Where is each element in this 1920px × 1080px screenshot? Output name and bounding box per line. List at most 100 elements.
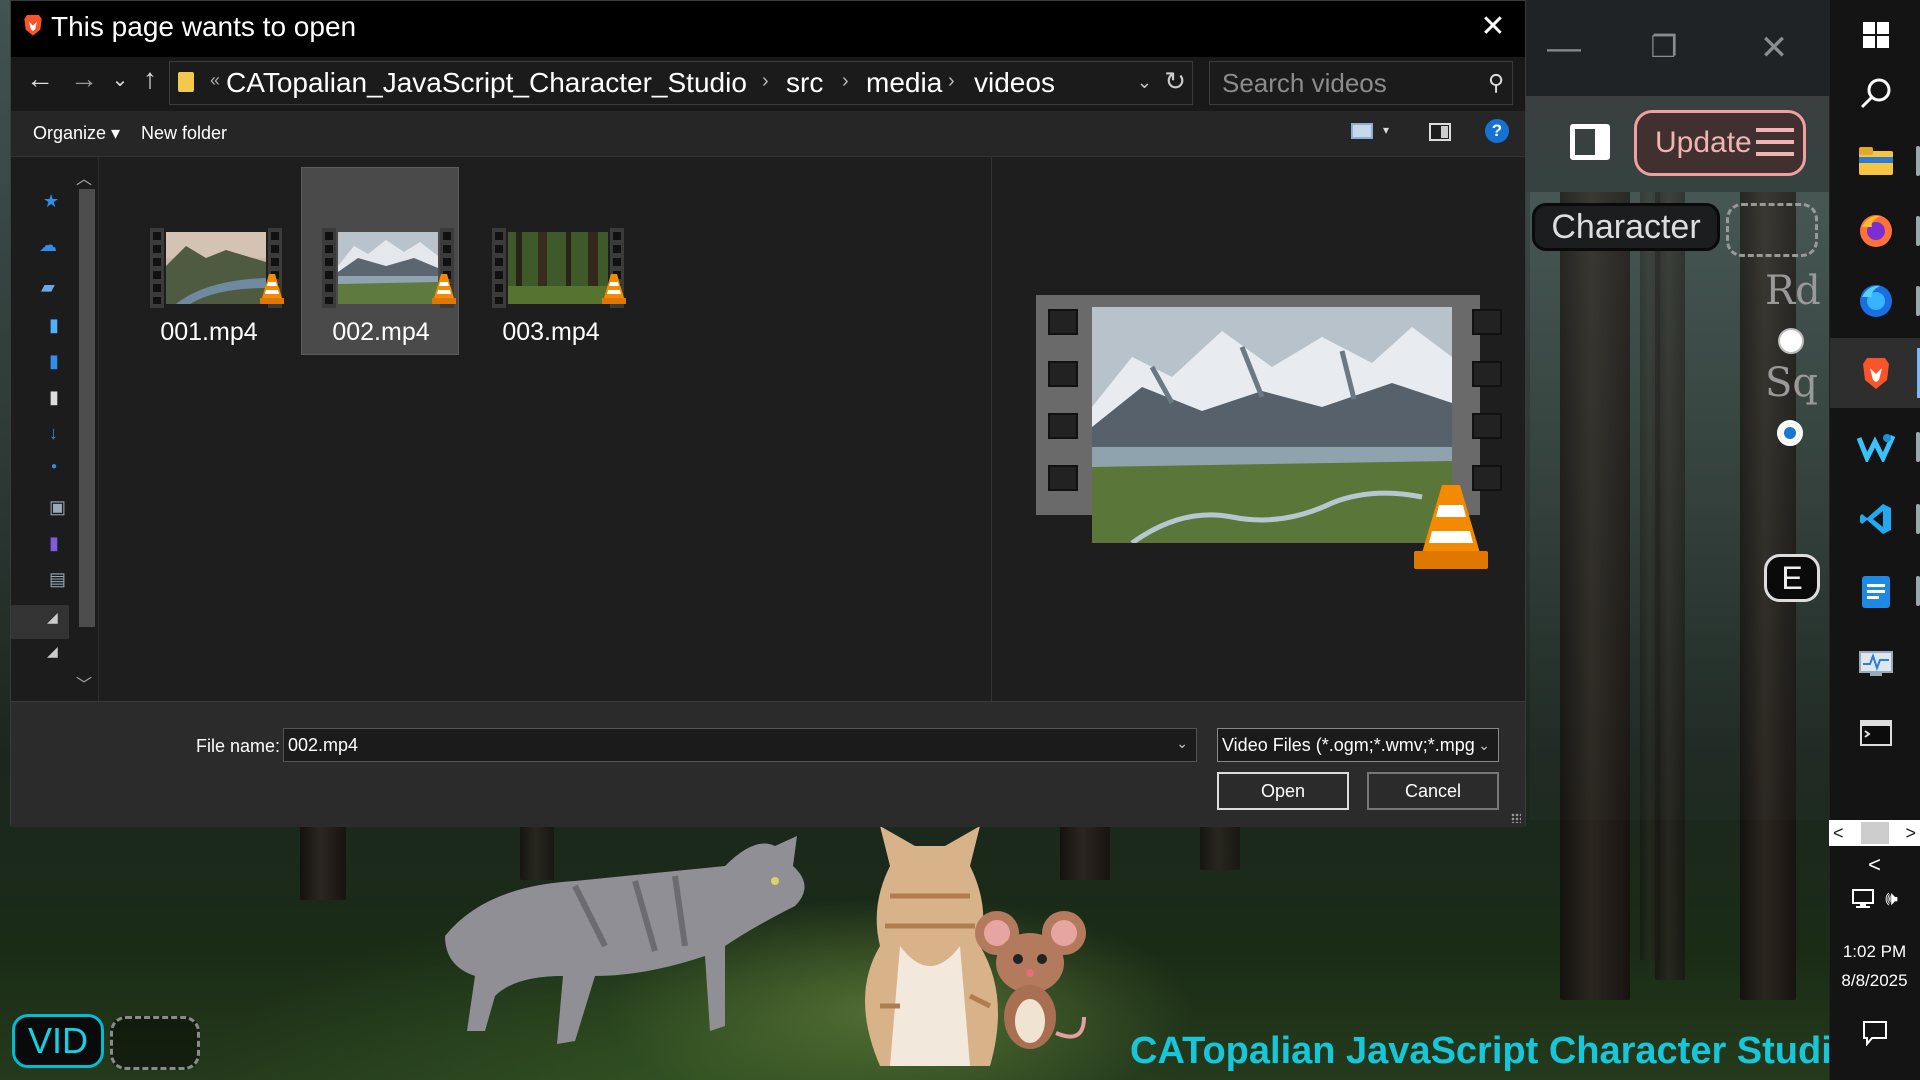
new-folder-button[interactable]: New folder (141, 123, 227, 144)
scroll-right-button[interactable]: > (1905, 823, 1916, 844)
address-bar[interactable]: « CATopalian_JavaScript_Character_Studio… (169, 61, 1193, 105)
dialog-title-bar[interactable]: This page wants to open ✕ (11, 1, 1525, 57)
file-name: 001.mp4 (160, 318, 258, 346)
video-slot-placeholder[interactable] (110, 1016, 200, 1070)
breadcrumb-item[interactable]: CATopalian_JavaScript_Character_Studio (226, 67, 747, 99)
search-icon[interactable] (1830, 58, 1920, 128)
search-input[interactable] (1210, 62, 1470, 104)
file-explorer-icon[interactable] (1830, 126, 1920, 196)
coastal-mountain-thumbnail (166, 232, 266, 304)
volume-icon[interactable]: 🕪 (1885, 888, 1898, 911)
firefox-developer-icon[interactable] (1830, 266, 1920, 336)
navigation-pane: ★ ☁ ▰ ▮ ▮ ▮ ↓ ● ▣ ▮ ▤ ◢ ◢ ︿ ﹀ (11, 157, 99, 701)
desktop-icon[interactable]: ▮ (49, 315, 59, 336)
e-button[interactable]: E (1764, 554, 1820, 602)
sidebar-toggle-icon[interactable] (1570, 124, 1610, 160)
vid-button[interactable]: VID (12, 1014, 104, 1068)
file-type-select[interactable]: Video Files (*.ogm;*.wmv;*.mpg ⌄ (1217, 728, 1499, 762)
forward-button[interactable]: → (67, 63, 101, 95)
search-icon[interactable]: ⚲ (1488, 70, 1504, 96)
open-button[interactable]: Open (1217, 772, 1349, 810)
scroll-thumb[interactable] (79, 189, 95, 627)
videos-icon[interactable]: ▮ (49, 533, 59, 554)
file-name-combobox[interactable]: ⌄ (283, 728, 1197, 762)
notepad-icon[interactable] (1830, 556, 1920, 626)
music-icon[interactable]: ● (51, 461, 57, 472)
documents-icon[interactable]: ▮ (49, 351, 59, 372)
clock-date[interactable]: 8/8/2025 (1829, 971, 1920, 991)
view-options-dropdown[interactable]: ▾ (1383, 123, 1389, 137)
up-folder-button[interactable]: ↑ (133, 63, 167, 95)
organize-menu[interactable]: Organize ▾ (33, 123, 120, 144)
tray-chevron-icon[interactable]: < (1829, 852, 1920, 878)
breadcrumb-item[interactable]: videos (974, 67, 1055, 99)
chevron-down-icon[interactable]: ⌄ (1176, 735, 1188, 752)
taskbar-scroller[interactable]: < > (1829, 820, 1920, 846)
file-item-selected[interactable]: 002.mp4 (301, 167, 459, 355)
restore-button[interactable]: ❐ (1644, 28, 1684, 68)
search-box[interactable]: ⚲ (1209, 61, 1513, 105)
square-shape-radio[interactable] (1777, 420, 1803, 446)
network-icon[interactable] (1851, 888, 1875, 910)
video-preview-image (1092, 307, 1452, 543)
minimize-button[interactable]: — (1544, 28, 1584, 68)
preview-pane-icon[interactable] (1429, 123, 1451, 141)
scroll-down-button[interactable]: ﹀ (71, 671, 97, 694)
help-icon[interactable]: ? (1485, 119, 1509, 143)
address-dropdown-icon[interactable]: ⌄ (1137, 72, 1152, 93)
network-icon[interactable]: ◢ (47, 643, 58, 660)
nav-scrollbar[interactable]: ︿ ﹀ (71, 165, 97, 695)
files-icon[interactable]: ▮ (49, 387, 59, 408)
clock-time[interactable]: 1:02 PM (1829, 942, 1920, 962)
brave-icon (24, 15, 42, 36)
resize-grip-icon[interactable] (1511, 813, 1521, 823)
running-indicator (1916, 432, 1920, 462)
breadcrumb-overflow-icon[interactable]: « (210, 70, 220, 91)
breadcrumb-separator-icon[interactable]: › (762, 70, 769, 93)
onedrive-icon[interactable]: ☁ (39, 235, 57, 256)
pictures-icon[interactable]: ▣ (49, 497, 66, 518)
file-item[interactable]: 001.mp4 (129, 167, 287, 355)
dialog-close-button[interactable]: ✕ (1475, 9, 1511, 44)
breadcrumb-item[interactable]: src (786, 67, 823, 99)
vlc-cone-icon (602, 274, 626, 304)
character-slot-placeholder[interactable] (1726, 203, 1818, 257)
nav-item-selected[interactable] (11, 605, 69, 639)
drive-icon[interactable]: ▤ (49, 569, 66, 590)
browser-title-strip: — ❐ ✕ (1526, 0, 1829, 96)
windsurf-icon[interactable] (1830, 412, 1920, 482)
scroll-thumb[interactable] (1860, 822, 1889, 844)
refresh-icon[interactable]: ↻ (1164, 66, 1186, 97)
quick-access-icon[interactable]: ★ (43, 191, 59, 212)
film-hole (1048, 413, 1078, 439)
close-window-button[interactable]: ✕ (1754, 28, 1794, 68)
firefox-icon[interactable] (1830, 196, 1920, 266)
file-item[interactable]: 003.mp4 (471, 167, 629, 355)
notification-center-icon[interactable] (1829, 1020, 1920, 1051)
scroll-left-button[interactable]: < (1833, 823, 1844, 844)
preview-pane (991, 157, 1525, 701)
studio-title: CATopalian JavaScript Character Studio (1130, 1030, 1855, 1072)
task-manager-icon[interactable] (1830, 628, 1920, 698)
character-button[interactable]: Character (1532, 203, 1720, 251)
video-thumbnail (492, 228, 634, 308)
cancel-button[interactable]: Cancel (1367, 772, 1499, 810)
recent-locations-button[interactable]: ⌄ (103, 67, 137, 92)
round-shape-radio[interactable] (1778, 328, 1804, 354)
this-pc-icon[interactable]: ▰ (41, 277, 55, 298)
file-type-value: Video Files (*.ogm;*.wmv;*.mpg (1222, 735, 1475, 755)
change-view-icon[interactable] (1351, 123, 1373, 139)
scroll-up-button[interactable]: ︿ (71, 165, 97, 188)
brave-icon[interactable] (1830, 338, 1920, 408)
chevron-down-icon[interactable]: ⌄ (1478, 729, 1490, 761)
breadcrumb-separator-icon[interactable]: › (948, 70, 955, 93)
round-shape-label: Rd (1765, 268, 1821, 314)
vscode-icon[interactable] (1830, 484, 1920, 554)
terminal-icon[interactable] (1830, 698, 1920, 768)
breadcrumb-separator-icon[interactable]: › (842, 70, 849, 93)
drive-icon[interactable]: ◢ (47, 609, 58, 626)
breadcrumb-item[interactable]: media (866, 67, 942, 99)
file-name-input[interactable] (284, 729, 1164, 761)
back-button[interactable]: ← (23, 63, 57, 95)
downloads-icon[interactable]: ↓ (49, 423, 58, 444)
